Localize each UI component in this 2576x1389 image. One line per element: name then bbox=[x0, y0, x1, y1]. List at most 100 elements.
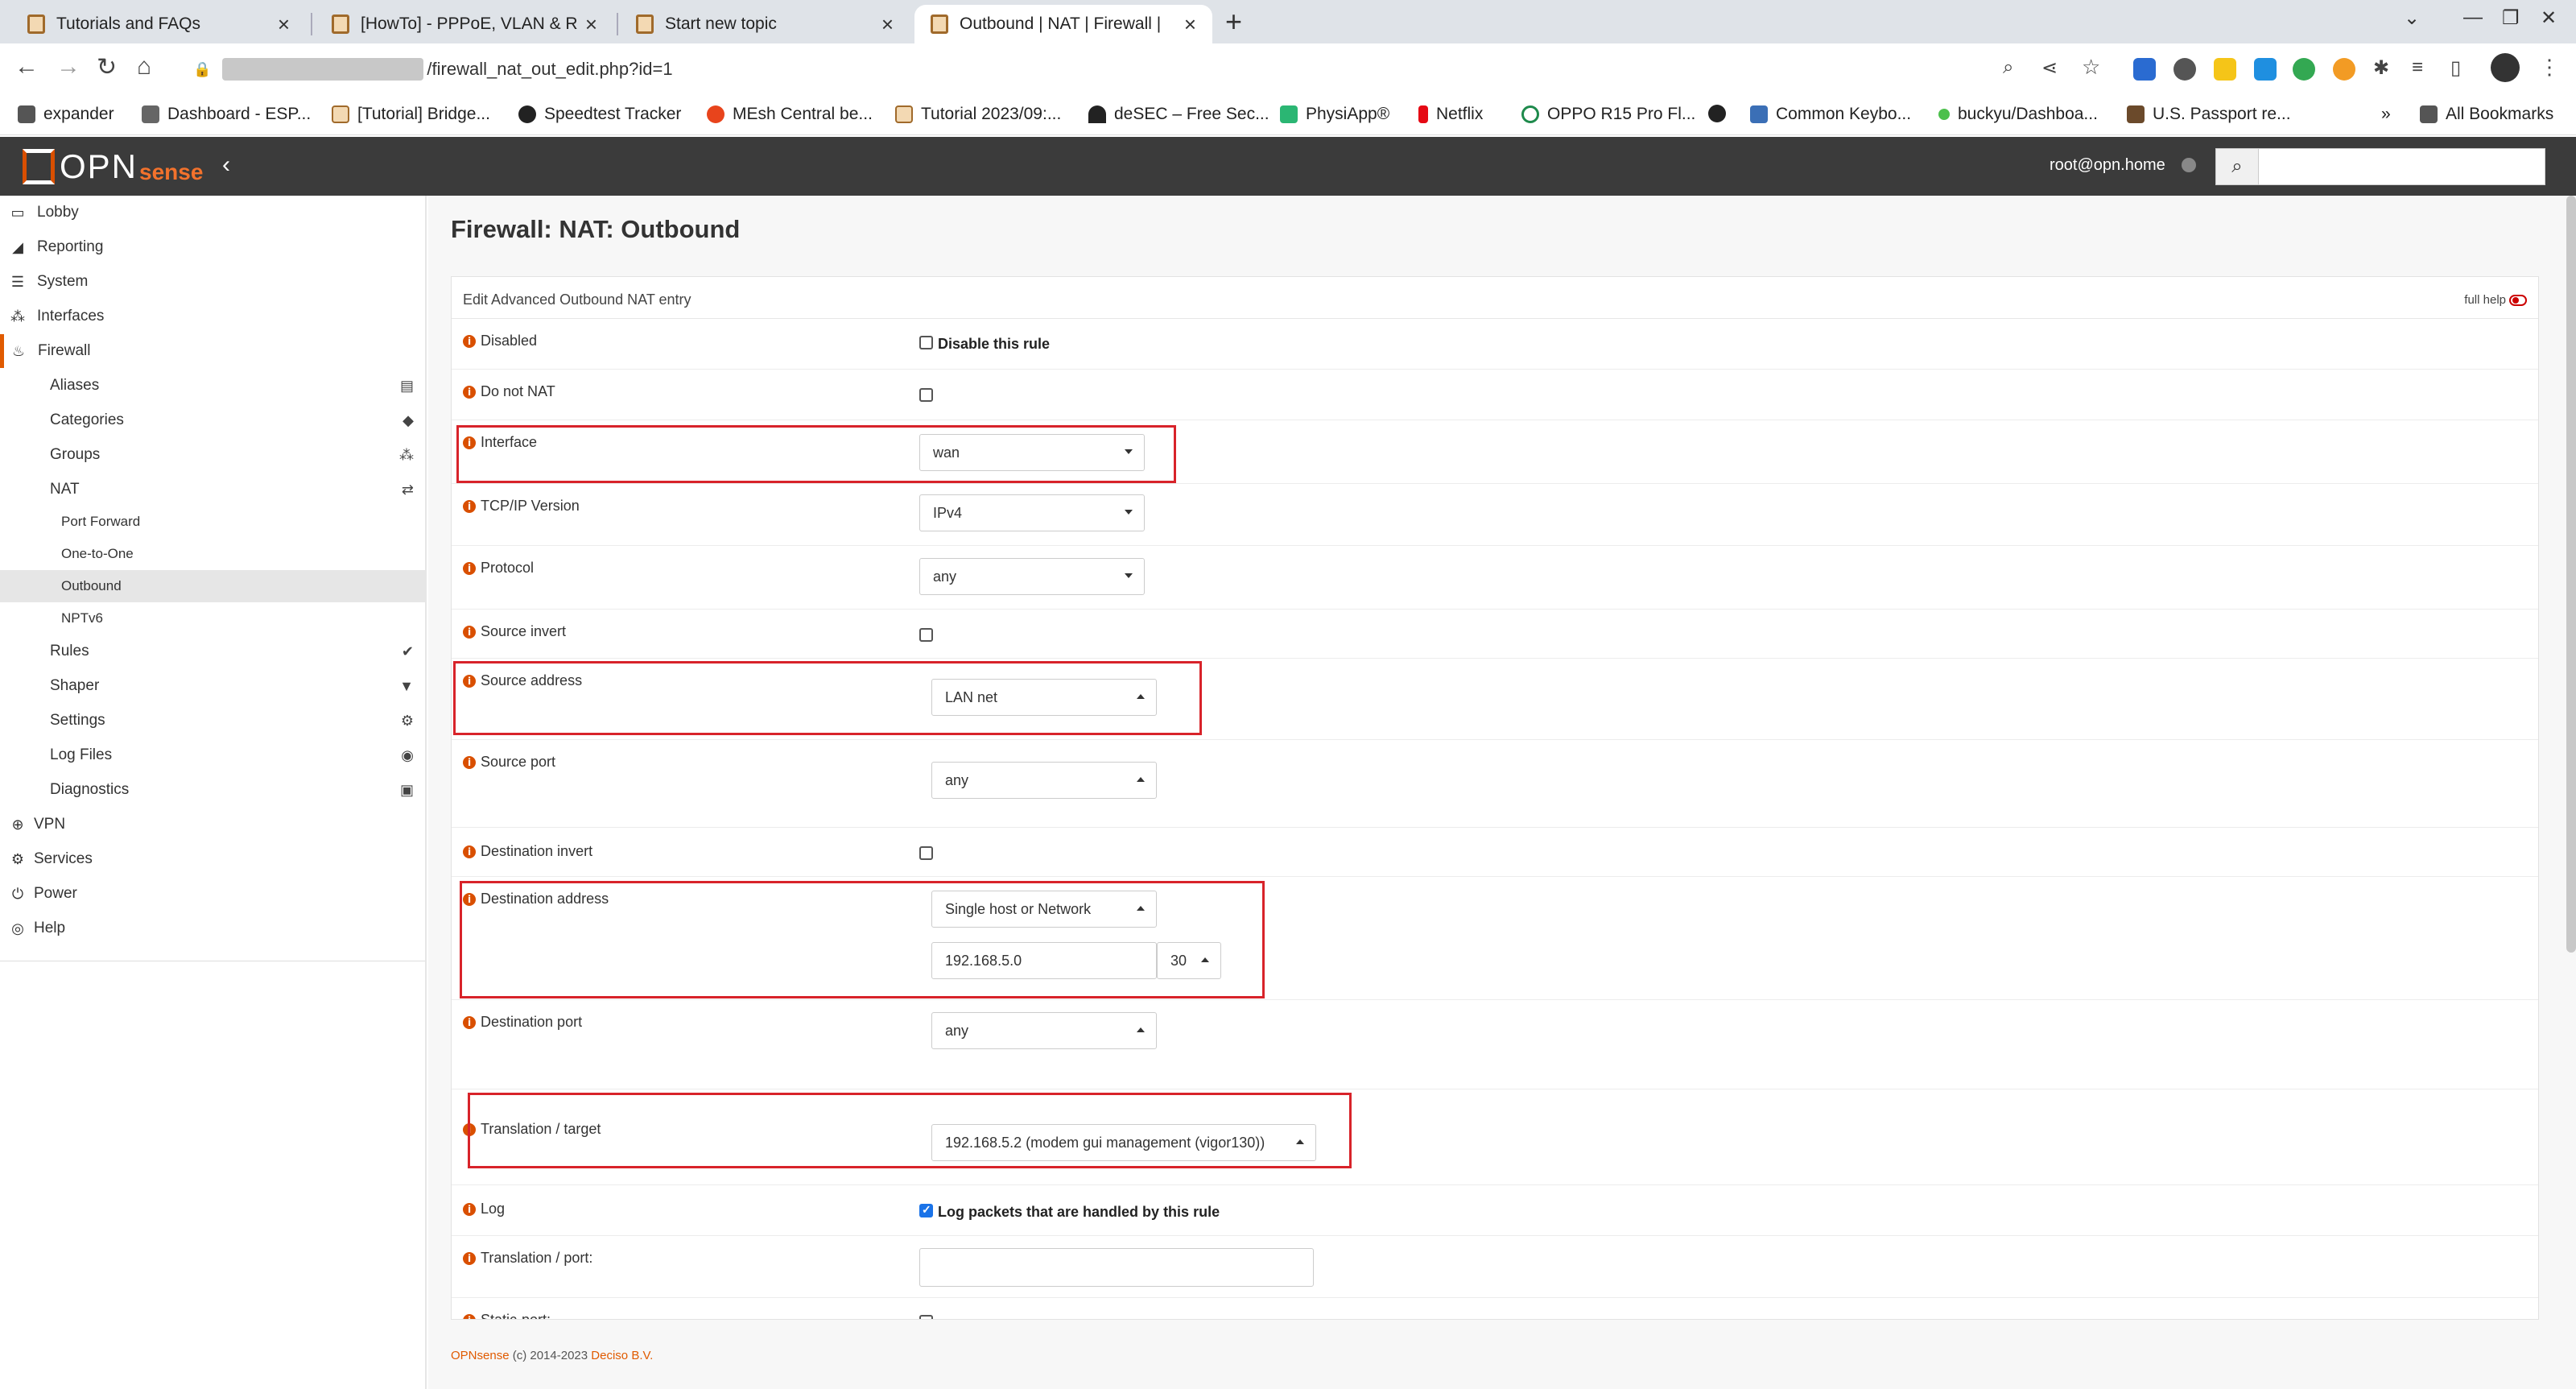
sidebar-item-rules[interactable]: Rules ✔ bbox=[0, 635, 425, 668]
disable-rule-checkbox[interactable] bbox=[919, 336, 933, 349]
sidebar-item-one-to-one[interactable]: One-to-One bbox=[0, 538, 425, 570]
all-bookmarks[interactable]: All Bookmarks bbox=[2420, 105, 2553, 124]
extension-icon[interactable] bbox=[2214, 58, 2236, 81]
sidebar-collapse-chevron-icon[interactable]: ‹ bbox=[222, 151, 230, 179]
bookmark-item[interactable] bbox=[1708, 105, 1734, 122]
address-bar[interactable]: 🔒 /firewall_nat_out_edit.php?id=1 bbox=[179, 50, 2054, 89]
translation-port-input[interactable] bbox=[919, 1248, 1314, 1287]
bookmark-item[interactable]: buckyu/Dashboa... bbox=[1938, 105, 2098, 124]
full-help-toggle[interactable]: full help bbox=[2464, 293, 2527, 307]
new-tab-icon[interactable]: + bbox=[1225, 5, 1242, 39]
browser-tab[interactable]: [HowTo] - PPPoE, VLAN & RF × bbox=[316, 5, 613, 43]
sidebar-item-shaper[interactable]: Shaper ▼ bbox=[0, 669, 425, 703]
sidebar-item-nat[interactable]: NAT ⇄ bbox=[0, 473, 425, 506]
reading-list-icon[interactable]: ≡ bbox=[2412, 56, 2423, 79]
sidebar-item-system[interactable]: ☰ System bbox=[0, 265, 425, 299]
side-panel-icon[interactable]: ▯ bbox=[2450, 56, 2461, 80]
close-window-icon[interactable]: ✕ bbox=[2541, 6, 2557, 30]
info-icon[interactable]: i bbox=[463, 385, 476, 399]
extension-icon[interactable] bbox=[2293, 58, 2315, 81]
source-invert-checkbox[interactable] bbox=[919, 628, 933, 642]
sidebar-item-power[interactable]: ⏻ Power bbox=[0, 877, 425, 911]
destination-invert-checkbox[interactable] bbox=[919, 846, 933, 860]
sidebar-item-vpn[interactable]: ⊕ VPN bbox=[0, 808, 425, 841]
source-port-select[interactable]: any bbox=[931, 762, 1157, 799]
minimize-icon[interactable]: — bbox=[2463, 6, 2483, 29]
info-icon[interactable]: i bbox=[463, 1202, 476, 1216]
destination-port-select[interactable]: any bbox=[931, 1012, 1157, 1049]
info-icon[interactable]: i bbox=[463, 1313, 476, 1319]
back-icon[interactable]: ← bbox=[14, 53, 39, 81]
home-icon[interactable]: ⌂ bbox=[137, 53, 151, 81]
bookmark-item[interactable]: PhysiApp® bbox=[1280, 105, 1389, 124]
sidebar-item-settings[interactable]: Settings ⚙ bbox=[0, 704, 425, 738]
profile-avatar[interactable] bbox=[2491, 53, 2520, 82]
search-input[interactable] bbox=[2259, 148, 2545, 185]
sidebar-item-groups[interactable]: Groups ⁂ bbox=[0, 438, 425, 472]
browser-tab-active[interactable]: Outbound | NAT | Firewall | × bbox=[914, 5, 1212, 43]
browser-tab[interactable]: Tutorials and FAQs × bbox=[11, 5, 306, 43]
log-checkbox[interactable] bbox=[919, 1203, 933, 1217]
sidebar-item-aliases[interactable]: Aliases ▤ bbox=[0, 369, 425, 403]
footer-brand[interactable]: OPNsense bbox=[451, 1349, 510, 1362]
share-icon[interactable]: ⋖ bbox=[2041, 56, 2058, 80]
bookmarks-overflow[interactable]: » bbox=[2381, 105, 2391, 124]
sidebar-item-log-files[interactable]: Log Files ◉ bbox=[0, 738, 425, 772]
extension-icon[interactable] bbox=[2333, 58, 2355, 81]
search-icon[interactable]: ⌕ bbox=[2215, 148, 2259, 185]
extension-icon[interactable] bbox=[2133, 58, 2156, 81]
kebab-menu-icon[interactable]: ⋮ bbox=[2539, 55, 2560, 80]
user-menu[interactable]: root@opn.home bbox=[2050, 156, 2165, 175]
footer-company-link[interactable]: Deciso B.V. bbox=[591, 1349, 653, 1362]
bookmark-item[interactable]: OPPO R15 Pro Fl... bbox=[1521, 105, 1695, 124]
zoom-icon[interactable]: ⌕ bbox=[2003, 56, 2013, 79]
do-not-nat-checkbox[interactable] bbox=[919, 388, 933, 402]
sidebar-item-diagnostics[interactable]: Diagnostics ▣ bbox=[0, 773, 425, 807]
tab-search-chevron-icon[interactable]: ⌄ bbox=[2404, 6, 2420, 30]
bookmark-item[interactable]: U.S. Passport re... bbox=[2127, 105, 2291, 124]
sidebar-item-port-forward[interactable]: Port Forward bbox=[0, 506, 425, 538]
info-icon[interactable]: i bbox=[463, 755, 476, 769]
close-icon[interactable]: × bbox=[1184, 12, 1196, 37]
sidebar-item-help[interactable]: ◎ Help bbox=[0, 912, 425, 945]
info-icon[interactable]: i bbox=[463, 1251, 476, 1265]
browser-tab[interactable]: Start new topic × bbox=[620, 5, 910, 43]
close-icon[interactable]: × bbox=[278, 12, 290, 37]
sidebar-item-services[interactable]: ⚙ Services bbox=[0, 842, 425, 876]
page-scrollbar[interactable] bbox=[2566, 196, 2576, 953]
bookmark-item[interactable]: Tutorial 2023/09:... bbox=[895, 105, 1061, 124]
reload-icon[interactable]: ↻ bbox=[97, 53, 117, 81]
sidebar-item-firewall[interactable]: ♨ Firewall bbox=[0, 334, 425, 368]
tcpip-version-select[interactable]: IPv4 bbox=[919, 494, 1145, 531]
restore-icon[interactable]: ❐ bbox=[2502, 6, 2520, 30]
bookmark-item[interactable]: [Tutorial] Bridge... bbox=[332, 105, 490, 124]
info-icon[interactable]: i bbox=[463, 845, 476, 858]
bookmark-item[interactable]: deSEC – Free Sec... bbox=[1088, 105, 1269, 124]
bookmark-item[interactable]: Common Keybo... bbox=[1750, 105, 1911, 124]
extensions-puzzle-icon[interactable]: ✱ bbox=[2373, 56, 2389, 80]
sidebar-item-outbound[interactable]: Outbound bbox=[0, 570, 425, 602]
extension-icon[interactable] bbox=[2254, 58, 2277, 81]
status-indicator[interactable] bbox=[2182, 158, 2196, 172]
info-icon[interactable]: i bbox=[463, 625, 476, 639]
bookmark-item[interactable]: Dashboard - ESP... bbox=[142, 105, 311, 124]
sidebar-item-reporting[interactable]: ◢ Reporting bbox=[0, 230, 425, 264]
opnsense-logo[interactable]: OPN sense bbox=[23, 145, 203, 188]
sidebar-item-lobby[interactable]: ▭ Lobby bbox=[0, 196, 425, 229]
forward-icon[interactable]: → bbox=[56, 53, 80, 81]
bookmark-item[interactable]: MEsh Central be... bbox=[707, 105, 873, 124]
bookmark-item[interactable]: Speedtest Tracker bbox=[518, 105, 681, 124]
bookmark-star-icon[interactable]: ☆ bbox=[2082, 55, 2100, 80]
close-icon[interactable]: × bbox=[881, 12, 894, 37]
sidebar-item-nptv6[interactable]: NPTv6 bbox=[0, 602, 425, 635]
close-icon[interactable]: × bbox=[585, 12, 597, 37]
bookmark-item[interactable]: expander bbox=[18, 105, 114, 124]
info-icon[interactable]: i bbox=[463, 1015, 476, 1029]
sidebar-item-interfaces[interactable]: ⁂ Interfaces bbox=[0, 300, 425, 333]
info-icon[interactable]: i bbox=[463, 561, 476, 575]
sidebar-item-categories[interactable]: Categories ◆ bbox=[0, 403, 425, 437]
info-icon[interactable]: i bbox=[463, 499, 476, 513]
static-port-checkbox[interactable] bbox=[919, 1315, 933, 1319]
extension-icon[interactable] bbox=[2174, 58, 2196, 81]
bookmark-item[interactable]: Netflix bbox=[1418, 105, 1483, 124]
